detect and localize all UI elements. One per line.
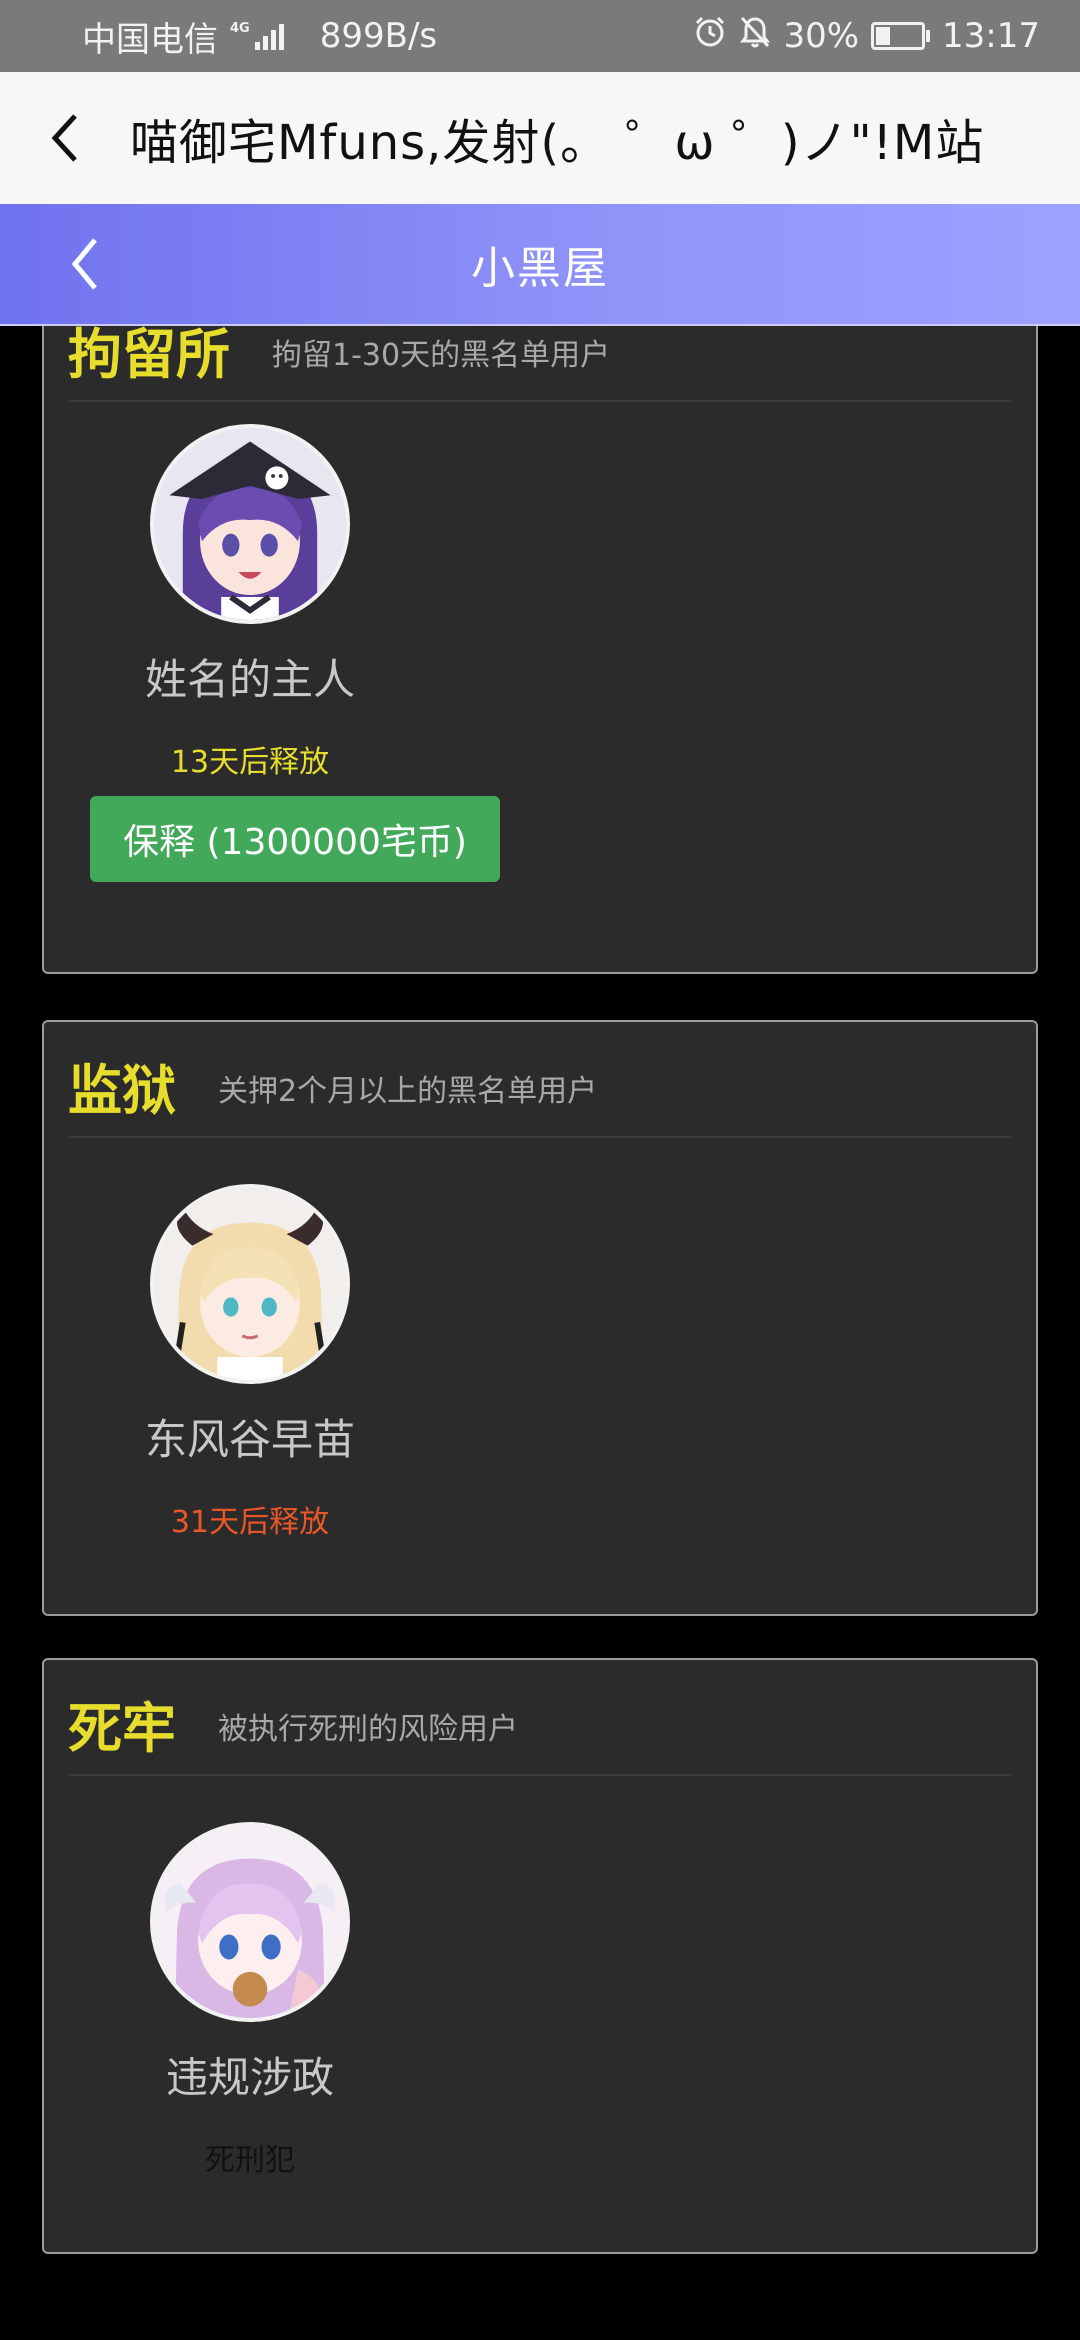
carrier-label: 中国电信 <box>82 19 218 60</box>
status-bar: 中国电信 4G 899B/s 30% 13:17 <box>0 0 1080 72</box>
user-card[interactable]: 姓名的主人 13天后释放 <box>134 424 366 781</box>
chevron-left-icon <box>51 114 77 162</box>
section-title: 监狱 <box>68 1059 176 1122</box>
page-header: 小黑屋 <box>0 204 1080 324</box>
release-countdown: 31天后释放 <box>170 1505 330 1540</box>
section-title: 拘留所 <box>68 324 230 386</box>
section-header: 拘留所 拘留1-30天的黑名单用户 <box>68 324 1012 402</box>
section-death-row: 死牢 被执行死刑的风险用户 违规涉政 死刑犯 <box>42 1658 1038 2254</box>
blonde-horned-avatar[interactable] <box>150 1184 350 1384</box>
purple-hair-witch-hat-avatar[interactable] <box>150 424 350 624</box>
alarm-icon <box>693 15 727 58</box>
user-card[interactable]: 东风谷早苗 31天后释放 <box>134 1184 366 1541</box>
mute-bell-icon <box>739 15 771 58</box>
sentence-status: 死刑犯 <box>205 2143 295 2178</box>
section-description: 被执行死刑的风险用户 <box>218 1712 518 1747</box>
user-name: 违规涉政 <box>165 2053 334 2102</box>
section-prison: 监狱 关押2个月以上的黑名单用户 东风谷早苗 31天后释放 <box>42 1020 1038 1616</box>
section-description: 拘留1-30天的黑名单用户 <box>272 338 611 373</box>
page-title: 小黑屋 <box>471 243 609 294</box>
network-type: 4G <box>230 21 250 36</box>
section-description: 关押2个月以上的黑名单用户 <box>218 1074 598 1109</box>
section-title: 死牢 <box>68 1697 176 1760</box>
battery-percent: 30% <box>783 16 860 56</box>
clock: 13:17 <box>942 16 1040 56</box>
section-header: 死牢 被执行死刑的风险用户 <box>68 1660 1012 1776</box>
browser-back-button[interactable] <box>0 72 130 204</box>
user-name: 东风谷早苗 <box>144 1415 355 1464</box>
browser-title-bar: 喵御宅Mfuns,发射(。 ゜ω ゜)ノ"!M站 <box>0 72 1080 204</box>
header-back-button[interactable] <box>40 204 130 324</box>
status-right: 30% 13:17 <box>693 15 1040 58</box>
bail-button[interactable]: 保释 (1300000宅币) <box>90 796 500 882</box>
release-countdown: 13天后释放 <box>170 745 330 780</box>
pink-hair-dragon-avatar[interactable] <box>150 1822 350 2022</box>
user-name: 姓名的主人 <box>144 655 355 704</box>
network-speed: 899B/s <box>319 16 438 56</box>
chevron-left-icon <box>71 238 97 290</box>
signal-icon: 4G <box>230 22 284 50</box>
user-card[interactable]: 违规涉政 死刑犯 <box>134 1822 366 2179</box>
section-header: 监狱 关押2个月以上的黑名单用户 <box>68 1022 1012 1138</box>
content-area[interactable]: 拘留所 拘留1-30天的黑名单用户 姓名的主人 13天后释放 保释 (13000… <box>0 324 1080 2340</box>
browser-page-title: 喵御宅Mfuns,发射(。 ゜ω ゜)ノ"!M站 <box>130 115 985 171</box>
battery-icon <box>871 22 931 50</box>
status-left: 中国电信 4G 899B/s <box>82 12 437 61</box>
section-detention: 拘留所 拘留1-30天的黑名单用户 姓名的主人 13天后释放 保释 (13000… <box>42 324 1038 974</box>
